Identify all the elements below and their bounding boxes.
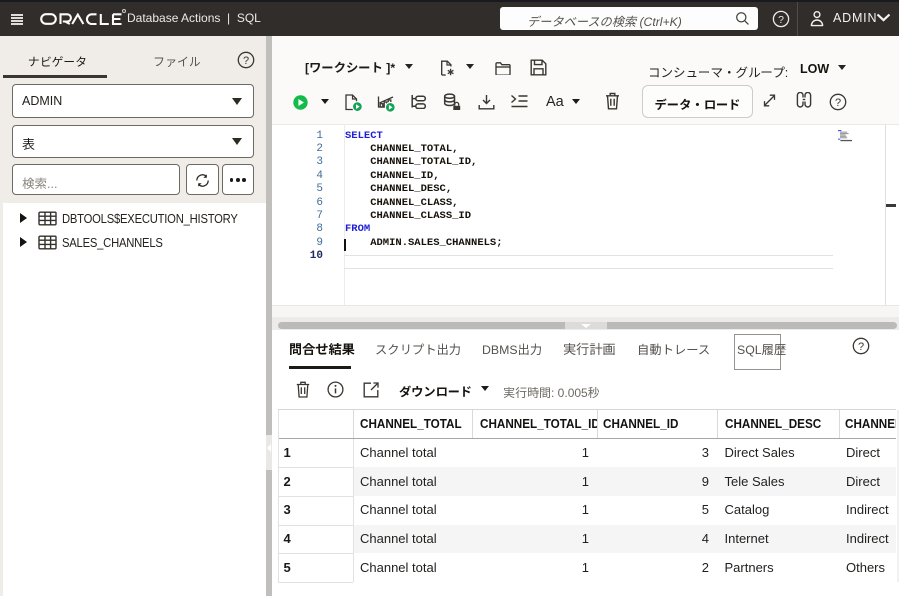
svg-text:?: ? — [778, 14, 784, 26]
svg-text:?: ? — [835, 97, 841, 109]
svg-text:?: ? — [858, 341, 864, 353]
svg-text:?: ? — [243, 55, 249, 67]
